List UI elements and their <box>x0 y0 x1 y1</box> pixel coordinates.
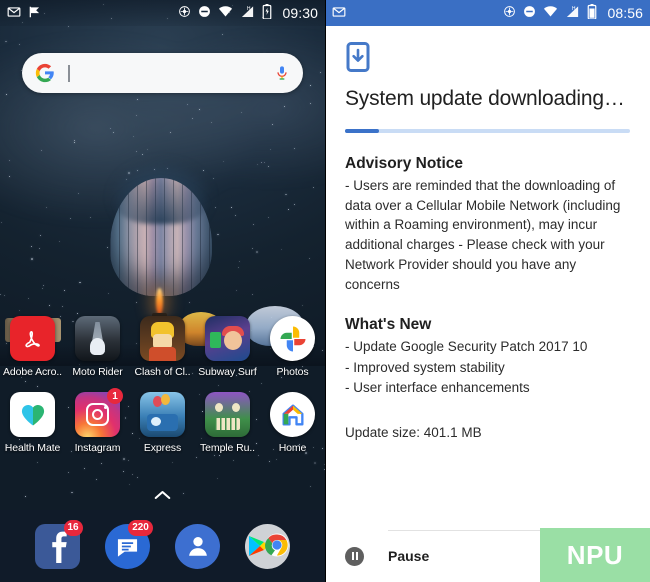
app-express[interactable]: Express <box>130 392 195 454</box>
app-label: Clash of Cl.. <box>134 366 191 378</box>
messages-icon[interactable]: 220 <box>104 519 153 569</box>
location-icon <box>503 5 516 21</box>
app-moto-rider[interactable]: Moto Rider <box>65 316 130 378</box>
app-instagram[interactable]: 1 Instagram <box>65 388 130 454</box>
app-label: Instagram <box>74 442 121 454</box>
screenshot-root: H 09:30 Adobe Acro.. Moto Rider Clash of… <box>0 0 650 582</box>
app-label: Subway Surf <box>198 366 257 378</box>
system-update-screen: H 08:56 System update downloading… Advis… <box>325 0 650 582</box>
update-clock: 08:56 <box>607 5 643 21</box>
health-mate-icon <box>10 392 55 437</box>
svg-text:H: H <box>247 6 251 12</box>
location-icon <box>178 5 191 21</box>
app-label: Home <box>278 442 307 454</box>
npu-watermark-text: NPU <box>566 539 624 570</box>
gmail-icon <box>7 5 21 22</box>
contacts-icon[interactable] <box>175 523 221 569</box>
app-label: Health Mate <box>4 442 61 454</box>
app-google-photos[interactable]: Photos <box>260 316 325 378</box>
wifi-icon <box>543 5 558 21</box>
express-icon <box>140 392 185 437</box>
app-grid: Adobe Acro.. Moto Rider Clash of Cl.. Su… <box>0 316 325 454</box>
whats-new-item: - User interface enhancements <box>345 379 530 395</box>
section-body: - Users are reminded that the downloadin… <box>345 178 621 292</box>
google-photos-icon <box>270 316 315 361</box>
google-search-bar[interactable] <box>22 53 303 93</box>
home-status-bar: H 09:30 <box>0 0 325 26</box>
home-clock: 09:30 <box>282 5 318 21</box>
tick-flag-icon <box>28 5 42 22</box>
advisory-notice-section: Advisory Notice - Users are reminded tha… <box>345 155 630 294</box>
search-input-caret <box>68 64 70 82</box>
section-heading: What's New <box>345 316 432 334</box>
whats-new-section: What's New - Update Google Security Patc… <box>345 316 630 398</box>
app-row-2: Health Mate 1 Instagram Express Temple R… <box>0 388 325 454</box>
app-adobe-acrobat[interactable]: Adobe Acro.. <box>0 316 65 378</box>
section-heading: Advisory Notice <box>345 155 464 173</box>
moto-rider-icon <box>75 316 120 361</box>
instagram-icon: 1 <box>75 388 123 437</box>
app-clash-of-clans[interactable]: Clash of Cl.. <box>130 316 195 378</box>
wifi-icon <box>218 5 233 21</box>
h-signal-icon: H <box>565 5 580 22</box>
do-not-disturb-icon <box>198 5 211 21</box>
facebook-icon[interactable]: 16 <box>34 519 83 569</box>
update-status-bar: H 08:56 <box>325 0 650 26</box>
app-temple-run[interactable]: Temple Ru.. <box>195 392 260 454</box>
gmail-icon <box>332 5 346 22</box>
temple-run-icon <box>205 392 250 437</box>
notification-badge: 220 <box>128 519 153 536</box>
npu-watermark: NPU <box>540 528 650 582</box>
page-title: System update downloading… <box>345 87 625 110</box>
app-health-mate[interactable]: Health Mate <box>0 392 65 454</box>
app-row-1: Adobe Acro.. Moto Rider Clash of Cl.. Su… <box>0 316 325 378</box>
whats-new-item: - Improved system stability <box>345 359 505 375</box>
whats-new-item: - Update Google Security Patch 2017 10 <box>345 339 588 355</box>
play-store-chrome-folder-icon[interactable] <box>245 523 291 569</box>
notification-badge: 16 <box>63 519 83 536</box>
app-label: Moto Rider <box>72 366 123 378</box>
phone-download-icon <box>345 42 371 72</box>
battery-icon <box>587 4 597 22</box>
microphone-icon[interactable] <box>274 63 290 83</box>
home-dock: 16 220 <box>0 510 325 582</box>
pause-icon[interactable] <box>345 546 364 566</box>
adobe-acrobat-icon <box>10 316 55 361</box>
app-label: Temple Ru.. <box>200 442 255 454</box>
panel-divider <box>325 0 326 582</box>
download-progress-fill <box>345 129 380 134</box>
pause-button-label: Pause <box>388 548 430 564</box>
app-label: Express <box>143 442 182 454</box>
app-drawer-chevron-up-icon[interactable] <box>0 489 325 502</box>
svg-text:H: H <box>572 6 576 12</box>
h-signal-icon: H <box>240 5 255 22</box>
subway-surfers-icon <box>205 316 250 361</box>
clash-of-clans-icon <box>140 316 185 361</box>
app-label: Adobe Acro.. <box>3 366 62 378</box>
app-label: Photos <box>276 366 309 378</box>
update-content: System update downloading… Advisory Noti… <box>325 26 650 440</box>
google-g-logo <box>35 63 55 83</box>
notification-badge: 1 <box>107 388 123 404</box>
android-home-screen: H 09:30 Adobe Acro.. Moto Rider Clash of… <box>0 0 325 582</box>
update-size-label: Update size: 401.1 MB <box>345 425 482 440</box>
app-subway-surfers[interactable]: Subway Surf <box>195 316 260 378</box>
download-progress-bar <box>345 129 630 134</box>
app-google-home[interactable]: Home <box>260 392 325 454</box>
battery-charging-icon <box>262 4 272 22</box>
do-not-disturb-icon <box>523 5 536 21</box>
google-home-icon <box>270 392 315 437</box>
